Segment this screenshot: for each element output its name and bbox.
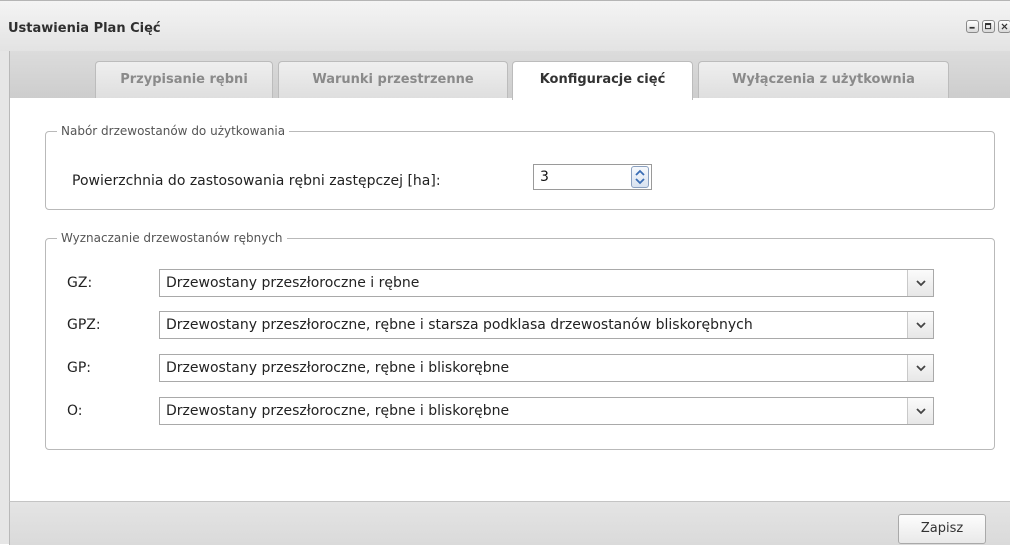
replacement-area-label: Powierzchnia do zastosowania rębni zastę… bbox=[72, 173, 441, 189]
window-titlebar[interactable]: Ustawienia Plan Cięć bbox=[0, 1, 1010, 51]
gz-select-trigger[interactable] bbox=[907, 270, 933, 296]
close-icon bbox=[1001, 23, 1008, 30]
gz-select[interactable]: Drzewostany przeszłoroczne i rębne bbox=[159, 269, 934, 297]
replacement-area-value: 3 bbox=[540, 169, 549, 185]
gpz-select[interactable]: Drzewostany przeszłoroczne, rębne i star… bbox=[159, 311, 934, 339]
save-button[interactable]: Zapisz bbox=[898, 514, 986, 544]
spinner-up-down-icon bbox=[635, 169, 645, 185]
designation-legend: Wyznaczanie drzewostanów rębnych bbox=[61, 231, 283, 245]
o-select-value: Drzewostany przeszłoroczne, rębne i blis… bbox=[166, 403, 510, 419]
gp-select[interactable]: Drzewostany przeszłoroczne, rębne i blis… bbox=[159, 354, 934, 382]
window-title: Ustawienia Plan Cięć bbox=[8, 21, 161, 36]
window-footer: Zapisz bbox=[9, 501, 1010, 545]
tab-warunki-przestrzenne[interactable]: Warunki przestrzenne bbox=[278, 61, 508, 99]
tab-przypisanie-rebni[interactable]: Przypisanie rębni bbox=[95, 61, 273, 99]
chevron-down-icon bbox=[916, 322, 926, 329]
chevron-down-icon bbox=[916, 365, 926, 372]
spinner-buttons[interactable] bbox=[631, 166, 649, 188]
gpz-select-trigger[interactable] bbox=[907, 312, 933, 338]
minimize-icon bbox=[969, 26, 975, 29]
close-button[interactable] bbox=[998, 20, 1010, 33]
gp-select-trigger[interactable] bbox=[907, 355, 933, 381]
tab-strip: Przypisanie rębni Warunki przestrzenne K… bbox=[9, 51, 1010, 100]
gz-label: GZ: bbox=[67, 275, 93, 291]
gp-select-value: Drzewostany przeszłoroczne, rębne i blis… bbox=[166, 360, 510, 376]
o-label: O: bbox=[67, 403, 83, 419]
minimize-button[interactable] bbox=[966, 20, 979, 33]
maximize-button[interactable] bbox=[982, 20, 995, 33]
selection-legend: Nabór drzewostanów do użytkowania bbox=[61, 124, 286, 138]
chevron-down-icon bbox=[916, 408, 926, 415]
chevron-down-icon bbox=[916, 280, 926, 287]
replacement-area-spinner[interactable]: 3 bbox=[533, 164, 652, 190]
o-select[interactable]: Drzewostany przeszłoroczne, rębne i blis… bbox=[159, 397, 934, 425]
selection-fieldset: Nabór drzewostanów do użytkowania bbox=[45, 124, 995, 210]
settings-window: Ustawienia Plan Cięć Przypisanie rębni W… bbox=[0, 0, 1010, 545]
gz-select-value: Drzewostany przeszłoroczne i rębne bbox=[166, 275, 420, 291]
gpz-label: GPZ: bbox=[67, 317, 101, 333]
o-select-trigger[interactable] bbox=[907, 398, 933, 424]
maximize-icon bbox=[985, 23, 992, 30]
tab-wylaczenia-z-uzytkowania[interactable]: Wyłączenia z użytkownia bbox=[698, 61, 949, 99]
tab-content-panel: Nabór drzewostanów do użytkowania Powier… bbox=[9, 98, 1010, 501]
gpz-select-value: Drzewostany przeszłoroczne, rębne i star… bbox=[166, 317, 753, 333]
tab-konfiguracje-ciec[interactable]: Konfiguracje cięć bbox=[512, 61, 693, 100]
gp-label: GP: bbox=[67, 360, 92, 376]
